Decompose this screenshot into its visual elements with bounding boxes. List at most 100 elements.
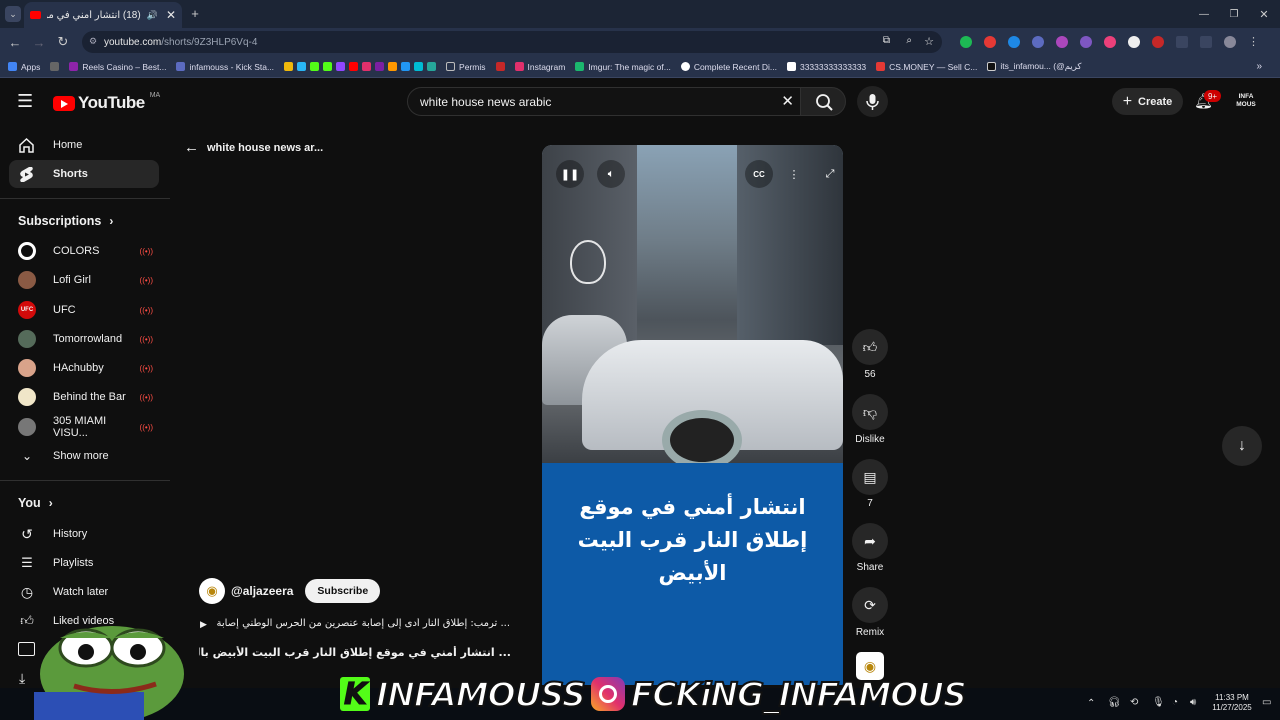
reload-icon[interactable]: ↻	[55, 34, 71, 50]
create-button[interactable]: + Create	[1112, 88, 1183, 115]
close-window-button[interactable]: ✕	[1256, 6, 1272, 22]
show-more-button[interactable]: ⌄ Show more	[18, 446, 153, 466]
extensions-puzzle-icon[interactable]	[1176, 36, 1188, 48]
extension-purple-icon[interactable]	[1032, 36, 1044, 48]
subscriptions-header[interactable]: Subscriptions ›	[18, 214, 113, 228]
captions-button[interactable]: CC	[745, 160, 773, 188]
extension-blue-icon[interactable]	[1008, 36, 1020, 48]
headset-icon[interactable]: 🎧︎	[1108, 697, 1121, 708]
channel-avatar[interactable]: ◉	[199, 578, 225, 604]
comments-button[interactable]: ▤	[852, 459, 888, 495]
bookmark-star-icon[interactable]: ☆	[924, 35, 934, 48]
video-description[interactable]: ... ترمب: إطلاق النار أدى إلى إصابة عنصر…	[214, 618, 510, 629]
wifi-icon[interactable]: ◔	[1172, 697, 1178, 708]
speaker-icon[interactable]: 🔊	[147, 10, 158, 21]
back-to-results[interactable]: ← white house news ar...	[184, 139, 323, 156]
bookmark-apps[interactable]: Apps	[8, 62, 40, 72]
search-button[interactable]	[800, 87, 846, 116]
bookmark-imgur[interactable]: Imgur: The magic of...	[575, 62, 671, 72]
fullscreen-icon[interactable]: ⤢	[816, 160, 843, 188]
subscription-tomorrowland[interactable]: Tomorrowland ((•))	[18, 329, 153, 349]
live-icon: ((•))	[139, 275, 153, 285]
downloads-icon[interactable]: ⤓	[19, 670, 25, 687]
subscription-behind-the-bar[interactable]: Behind the Bar ((•))	[18, 387, 153, 407]
bookmark-permis[interactable]: Permis	[446, 62, 486, 72]
bookmark-icons[interactable]	[284, 62, 437, 71]
bookmark-label: Apps	[21, 61, 41, 72]
voice-search-button[interactable]	[857, 86, 888, 117]
browser-menu-icon[interactable]: ⋮	[1248, 36, 1260, 48]
like-button[interactable]: 👍︎	[852, 329, 888, 365]
volume-button[interactable]: 🔈︎	[597, 160, 625, 188]
account-avatar[interactable]: INFA MOUS	[1234, 93, 1258, 111]
extension-cloud-icon[interactable]	[1080, 36, 1092, 48]
channel-name[interactable]: @aljazeera	[231, 584, 293, 598]
extension-red-icon[interactable]	[984, 36, 996, 48]
sidebar-item-shorts[interactable]: Shorts	[9, 160, 159, 188]
video-headline: انتشار أمني في موقع إطلاق النار قرب البي…	[577, 495, 808, 585]
mic-tray-icon[interactable]: 🎙︎	[1152, 697, 1165, 708]
youtube-logo[interactable]: YouTube MA	[53, 92, 160, 113]
bookmark-red[interactable]	[495, 62, 505, 71]
next-short-button[interactable]: ↓	[1222, 426, 1262, 466]
bookmarks-bar: Apps Reels Casino – Best... infamouss - …	[0, 56, 1280, 78]
extension-white-icon[interactable]	[1128, 36, 1140, 48]
forward-arrow-icon[interactable]: →	[31, 34, 47, 50]
bookmark-x[interactable]: 33333333333333	[786, 62, 866, 72]
bookmark-github[interactable]: Complete Recent Di...	[680, 62, 777, 72]
notification-center-icon[interactable]: ▭	[1262, 697, 1271, 708]
bookmark-tiktok[interactable]: its_infamou... (@كريم	[987, 61, 1081, 72]
close-tab-icon[interactable]: ✕	[166, 8, 176, 22]
bookmark-reels[interactable]: Reels Casino – Best...	[69, 62, 166, 72]
minimize-button[interactable]: —	[1196, 6, 1212, 22]
extension-darkred-icon[interactable]	[1152, 36, 1164, 48]
sidebar-item-home[interactable]: Home	[9, 131, 159, 159]
sidebar-item-watch-later[interactable]: ◷ Watch later	[18, 582, 153, 602]
site-info-icon[interactable]: ⚙	[89, 36, 97, 47]
browser-tab-active[interactable]: (18) انتشار أمني في موقع إ 🔊 ✕	[24, 2, 182, 28]
bookmarks-overflow-icon[interactable]: »	[1256, 61, 1262, 72]
extension-pink-icon[interactable]	[1104, 36, 1116, 48]
clock[interactable]: 11:33 PM 11/27/2025	[1208, 693, 1256, 713]
address-bar[interactable]: ⚙ youtube.com/shorts/9Z3HLP6Vq-4 ⧉ ⌕ ☆	[82, 31, 942, 53]
subscription-305-miami[interactable]: 305 MIAMI VISU... ((•))	[18, 415, 153, 439]
extension-green-icon[interactable]	[960, 36, 972, 48]
channel-row: ◉ @aljazeera Subscribe	[199, 578, 381, 604]
zoom-icon[interactable]: ⌕	[906, 35, 912, 46]
restore-button[interactable]: ❐	[1226, 6, 1242, 22]
subscription-lofi-girl[interactable]: Lofi Girl ((•))	[18, 270, 153, 290]
search-input[interactable]: white house news arabic ✕	[407, 87, 801, 116]
profile-avatar-icon[interactable]	[1224, 36, 1236, 48]
you-header[interactable]: You ›	[18, 496, 53, 510]
hamburger-menu-icon[interactable]: ☰	[17, 92, 33, 110]
sidebar-item-history[interactable]: ↺ History	[18, 524, 153, 544]
new-tab-button[interactable]: +	[187, 5, 203, 21]
remix-button[interactable]: ⟳	[852, 587, 888, 623]
video-title[interactable]: ... انتشار أمني في موقع إطلاق النار قرب …	[199, 646, 511, 659]
subscription-hachubby[interactable]: HAchubby ((•))	[18, 358, 153, 378]
reading-list-icon[interactable]	[1200, 36, 1212, 48]
watch-later-icon: ◷	[20, 583, 34, 600]
tab-search-button[interactable]: ⌄	[5, 6, 21, 22]
back-arrow-icon[interactable]: ←	[7, 34, 23, 50]
more-options-icon[interactable]: ⋮	[780, 160, 808, 188]
short-video-player[interactable]: ❚❚ 🔈︎ CC ⋮ ⤢ انتشار أمني في موقع إطلاق ا…	[542, 145, 843, 685]
clear-search-icon[interactable]: ✕	[781, 92, 794, 110]
sync-icon[interactable]: ⟲	[1130, 697, 1138, 708]
bookmark-csmoney[interactable]: CS.MONEY — Sell C...	[876, 62, 977, 72]
pause-button[interactable]: ❚❚	[556, 160, 584, 188]
bookmark-grid[interactable]	[50, 62, 60, 71]
sidebar-item-playlists[interactable]: ☰ Playlists	[18, 553, 153, 573]
bookmark-instagram[interactable]: Instagram	[514, 62, 565, 72]
bookmark-infamouss[interactable]: infamouss - Kick Sta...	[176, 62, 274, 72]
tray-overflow-icon[interactable]: ⌃	[1087, 698, 1095, 709]
extension-violet-icon[interactable]	[1056, 36, 1068, 48]
subscription-colors[interactable]: COLORS ((•))	[18, 241, 153, 261]
subscribe-button[interactable]: Subscribe	[305, 579, 381, 603]
dislike-button[interactable]: 👎︎	[852, 394, 888, 430]
share-button[interactable]: ➦	[852, 523, 888, 559]
install-icon[interactable]: ⧉	[883, 35, 890, 46]
volume-tray-icon[interactable]: 🔊︎	[1190, 697, 1196, 708]
subscription-ufc[interactable]: UFC UFC ((•))	[18, 300, 153, 320]
your-videos-icon[interactable]	[18, 642, 35, 656]
